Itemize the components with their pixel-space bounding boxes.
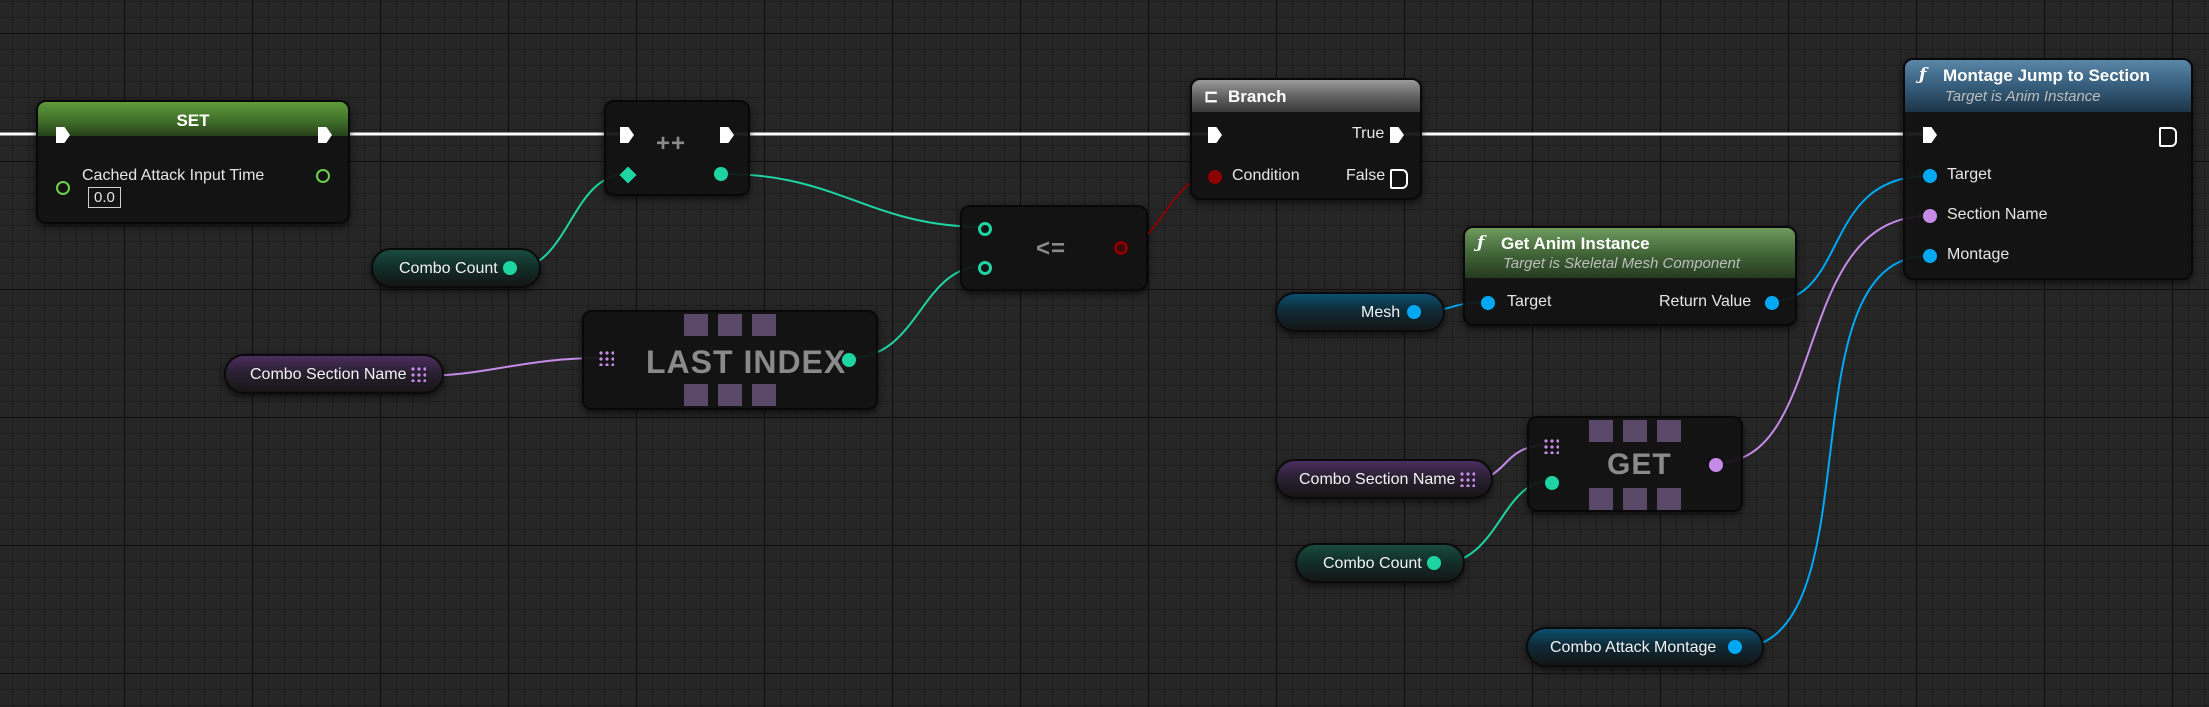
function-icon: ƒ bbox=[1477, 233, 1485, 253]
less-equal-operator: <= bbox=[1036, 235, 1067, 262]
last-index-top-bars bbox=[684, 314, 776, 336]
combo-section-name-variable-2[interactable]: Combo Section Name bbox=[1275, 459, 1493, 499]
combo-count-variable[interactable]: Combo Count bbox=[371, 248, 541, 288]
less-equal-bool-out-pin[interactable] bbox=[1114, 241, 1128, 255]
array-wire-to-last-index bbox=[416, 357, 603, 377]
get-index-in-pin[interactable] bbox=[1545, 476, 1559, 490]
montage-jump-to-section-node[interactable]: ƒ Montage Jump to Section Target is Anim… bbox=[1903, 58, 2193, 280]
increment-exec-in-pin[interactable] bbox=[620, 127, 634, 143]
get-top-bars bbox=[1589, 420, 1681, 442]
get-anim-instance-header: ƒ Get Anim Instance Target is Skeletal M… bbox=[1465, 228, 1795, 278]
increment-exec-out-pin[interactable] bbox=[720, 127, 734, 143]
combo-attack-montage-out-pin[interactable] bbox=[1728, 640, 1742, 654]
function-icon-2: ƒ bbox=[1919, 65, 1927, 85]
mesh-label: Mesh bbox=[1361, 304, 1401, 321]
mesh-out-pin[interactable] bbox=[1407, 305, 1421, 319]
get-anim-instance-title: Get Anim Instance bbox=[1501, 234, 1650, 253]
last-index-bottom-bars bbox=[684, 384, 776, 406]
combo-count-label: Combo Count bbox=[399, 260, 498, 277]
get-item-out-pin[interactable] bbox=[1709, 458, 1723, 472]
int-wire-increment-to-compare bbox=[723, 173, 985, 228]
combo-attack-montage-variable[interactable]: Combo Attack Montage bbox=[1526, 627, 1764, 667]
combo-section-name-variable[interactable]: Combo Section Name bbox=[224, 354, 444, 394]
get-node[interactable]: GET bbox=[1527, 416, 1743, 512]
combo-count-label-2: Combo Count bbox=[1323, 555, 1422, 572]
set-value-out-pin[interactable] bbox=[316, 169, 330, 183]
array-grid-icon[interactable] bbox=[410, 366, 426, 382]
combo-count-out-pin-2[interactable] bbox=[1427, 556, 1441, 570]
branch-node[interactable]: ⊏ Branch True Condition False bbox=[1190, 78, 1422, 200]
get-array-in-pin[interactable] bbox=[1543, 438, 1559, 454]
set-var-label: Cached Attack Input Time bbox=[82, 167, 265, 184]
branch-exec-in-pin[interactable] bbox=[1208, 127, 1222, 143]
last-index-node[interactable]: LAST INDEX bbox=[582, 310, 878, 410]
set-node[interactable]: SET Cached Attack Input Time 0.0 bbox=[36, 100, 350, 224]
montage-jump-subtitle: Target is Anim Instance bbox=[1945, 88, 2101, 105]
get-anim-instance-return-pin[interactable] bbox=[1765, 296, 1779, 310]
montage-jump-exec-in-pin[interactable] bbox=[1923, 127, 1937, 143]
set-value-in-pin[interactable] bbox=[56, 181, 70, 195]
set-node-header: SET bbox=[38, 102, 348, 136]
branch-condition-label: Condition bbox=[1232, 167, 1300, 184]
get-bottom-bars bbox=[1589, 488, 1681, 510]
montage-jump-target-label: Target bbox=[1947, 166, 1992, 183]
branch-icon: ⊏ bbox=[1204, 87, 1219, 106]
branch-true-label: True bbox=[1352, 125, 1385, 142]
last-index-int-out-pin[interactable] bbox=[842, 353, 856, 367]
get-anim-instance-target-pin[interactable] bbox=[1481, 296, 1495, 310]
get-anim-instance-subtitle: Target is Skeletal Mesh Component bbox=[1503, 255, 1741, 272]
set-value-field[interactable]: 0.0 bbox=[88, 187, 121, 208]
combo-section-name-label: Combo Section Name bbox=[250, 366, 407, 383]
montage-jump-target-pin[interactable] bbox=[1923, 169, 1937, 183]
get-anim-instance-return-label: Return Value bbox=[1659, 293, 1752, 310]
get-operator: GET bbox=[1607, 448, 1672, 481]
increment-node[interactable]: ++ bbox=[604, 100, 750, 196]
montage-jump-montage-pin[interactable] bbox=[1923, 249, 1937, 263]
montage-jump-exec-out-pin[interactable] bbox=[2159, 127, 2177, 147]
combo-section-name-label-2: Combo Section Name bbox=[1299, 471, 1456, 488]
increment-int-in-pin[interactable] bbox=[619, 166, 637, 184]
last-index-array-in-pin[interactable] bbox=[598, 350, 614, 366]
combo-count-variable-2[interactable]: Combo Count bbox=[1295, 543, 1465, 583]
array-grid-icon-2[interactable] bbox=[1459, 471, 1475, 487]
increment-operator: ++ bbox=[656, 130, 687, 157]
last-index-operator: LAST INDEX bbox=[646, 344, 847, 380]
less-equal-node[interactable]: <= bbox=[960, 205, 1148, 291]
montage-jump-title: Montage Jump to Section bbox=[1943, 66, 2150, 85]
branch-node-header: ⊏ Branch bbox=[1192, 80, 1420, 112]
combo-count-out-pin[interactable] bbox=[503, 261, 517, 275]
combo-attack-montage-label: Combo Attack Montage bbox=[1550, 639, 1717, 656]
branch-false-label: False bbox=[1346, 167, 1386, 184]
montage-jump-section-name-label: Section Name bbox=[1947, 206, 2048, 223]
less-equal-b-pin[interactable] bbox=[978, 261, 992, 275]
get-anim-instance-target-label: Target bbox=[1507, 293, 1552, 310]
mesh-variable[interactable]: Mesh bbox=[1275, 292, 1445, 332]
get-anim-instance-node[interactable]: ƒ Get Anim Instance Target is Skeletal M… bbox=[1463, 226, 1797, 326]
branch-node-title: Branch bbox=[1228, 87, 1287, 106]
branch-false-pin[interactable] bbox=[1390, 169, 1408, 189]
branch-condition-pin[interactable] bbox=[1208, 170, 1222, 184]
montage-jump-header: ƒ Montage Jump to Section Target is Anim… bbox=[1905, 60, 2191, 112]
increment-int-out-pin[interactable] bbox=[714, 167, 728, 181]
less-equal-a-pin[interactable] bbox=[978, 222, 992, 236]
montage-jump-montage-label: Montage bbox=[1947, 246, 2010, 263]
montage-jump-section-name-pin[interactable] bbox=[1923, 209, 1937, 223]
branch-true-pin[interactable] bbox=[1390, 127, 1404, 143]
set-node-title: SET bbox=[176, 111, 210, 130]
